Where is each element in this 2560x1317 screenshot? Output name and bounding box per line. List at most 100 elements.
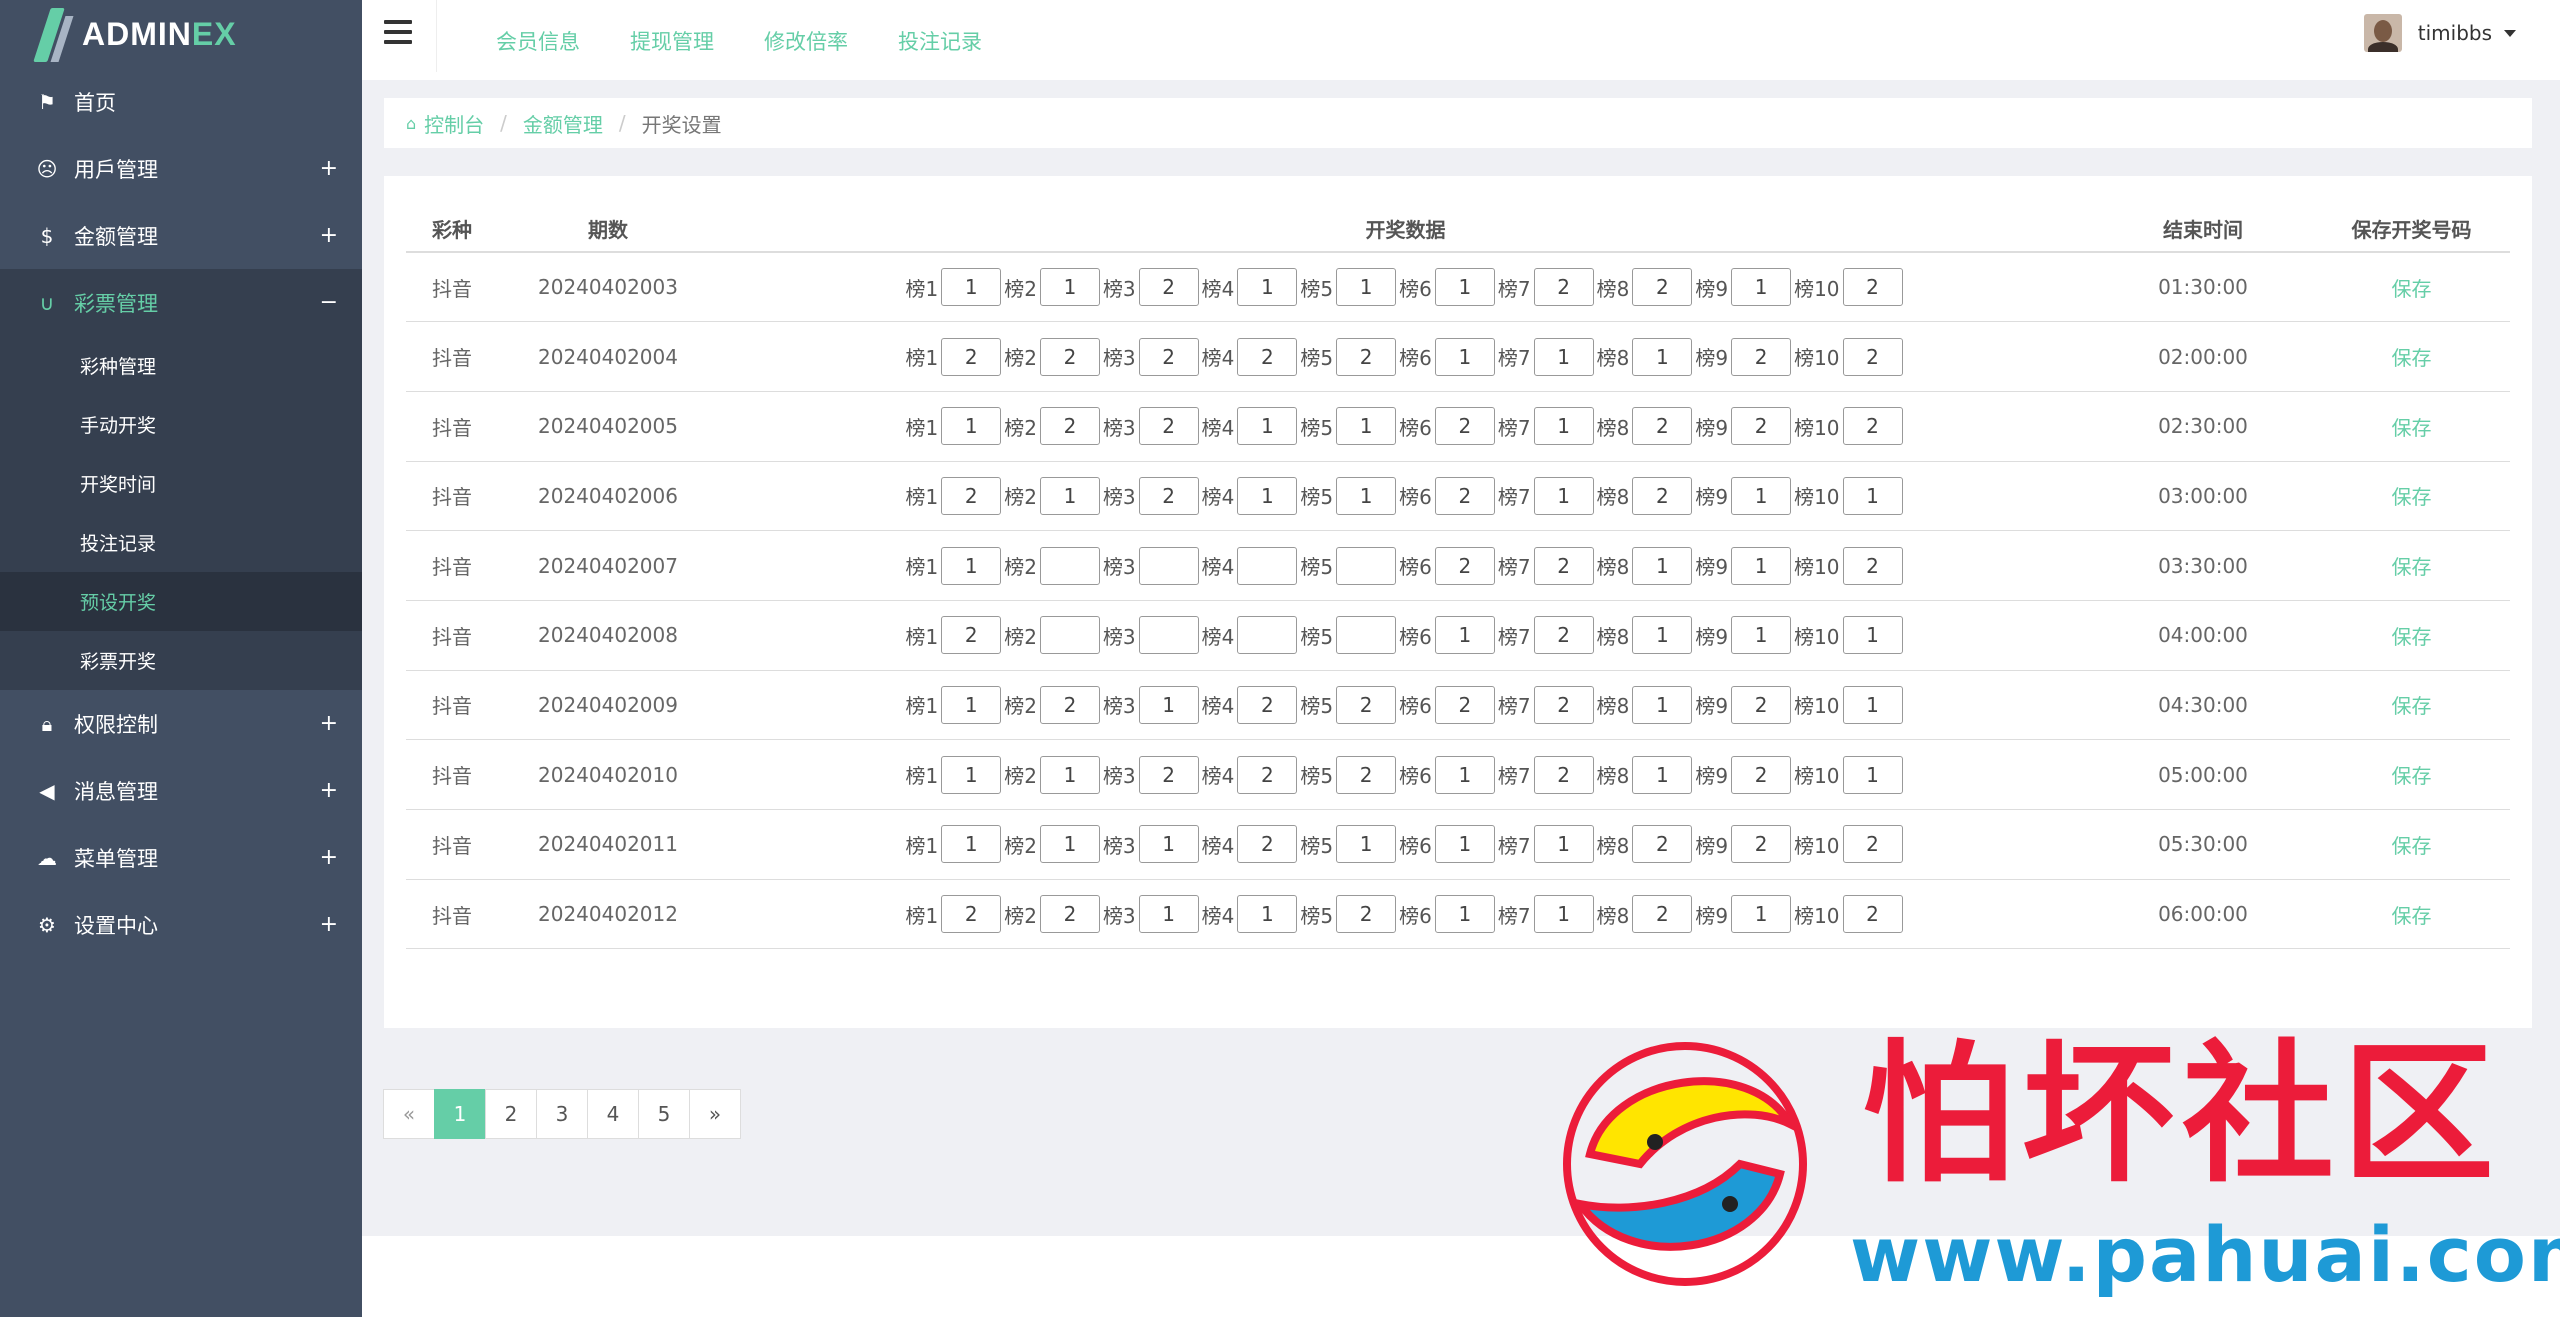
slot-value-input[interactable]: 1 <box>1237 268 1298 307</box>
slot-value-input[interactable]: 2 <box>1842 268 1903 307</box>
slot-value-input[interactable]: 1 <box>1138 825 1199 864</box>
sidebar-item-users[interactable]: ☹ 用戶管理 + <box>0 135 362 202</box>
user-menu[interactable]: timibbs <box>2363 14 2516 52</box>
slot-value-input[interactable]: 1 <box>1237 476 1298 515</box>
slot-value-input[interactable]: 2 <box>1434 546 1495 585</box>
submenu-item-lottery-draw[interactable]: 彩票开奖 <box>0 631 362 690</box>
slot-value-input[interactable]: 1 <box>1632 755 1693 794</box>
slot-value-input[interactable]: 2 <box>1138 337 1199 376</box>
slot-value-input[interactable]: 1 <box>1039 825 1100 864</box>
slot-value-input[interactable]: 2 <box>1842 895 1903 934</box>
save-button[interactable]: 保存 <box>2392 834 2432 858</box>
slot-value-input[interactable]: 2 <box>1138 268 1199 307</box>
slot-value-input[interactable]: 1 <box>1138 685 1199 724</box>
top-nav-member-info[interactable]: 会员信息 <box>496 26 580 56</box>
slot-value-input[interactable] <box>1237 616 1298 655</box>
slot-value-input[interactable] <box>1039 546 1100 585</box>
save-button[interactable]: 保存 <box>2392 555 2432 579</box>
slot-value-input[interactable]: 2 <box>1842 337 1903 376</box>
slot-value-input[interactable]: 1 <box>1039 476 1100 515</box>
slot-value-input[interactable]: 2 <box>1731 685 1792 724</box>
top-nav-bet-records[interactable]: 投注记录 <box>898 26 982 56</box>
slot-value-input[interactable]: 2 <box>1138 407 1199 446</box>
slot-value-input[interactable]: 2 <box>1842 825 1903 864</box>
slot-value-input[interactable]: 1 <box>1632 546 1693 585</box>
submenu-item-bet-records[interactable]: 投注记录 <box>0 513 362 572</box>
slot-value-input[interactable]: 1 <box>1434 268 1495 307</box>
slot-value-input[interactable]: 2 <box>1237 685 1298 724</box>
save-button[interactable]: 保存 <box>2392 416 2432 440</box>
slot-value-input[interactable]: 1 <box>1632 337 1693 376</box>
slot-value-input[interactable]: 1 <box>1533 476 1594 515</box>
slot-value-input[interactable]: 1 <box>941 546 1002 585</box>
save-button[interactable]: 保存 <box>2392 277 2432 301</box>
slot-value-input[interactable]: 2 <box>1237 337 1298 376</box>
slot-value-input[interactable]: 1 <box>1533 337 1594 376</box>
slot-value-input[interactable]: 1 <box>1138 895 1199 934</box>
top-nav-withdrawal[interactable]: 提现管理 <box>630 26 714 56</box>
slot-value-input[interactable]: 1 <box>1237 895 1298 934</box>
slot-value-input[interactable]: 1 <box>1336 476 1397 515</box>
slot-value-input[interactable]: 1 <box>1731 895 1792 934</box>
slot-value-input[interactable]: 2 <box>941 337 1002 376</box>
sidebar-item-finance[interactable]: $ 金额管理 + <box>0 202 362 269</box>
slot-value-input[interactable] <box>1237 546 1298 585</box>
pagination-next[interactable]: » <box>689 1089 741 1139</box>
pagination-page-2[interactable]: 2 <box>485 1089 537 1139</box>
breadcrumb-parent[interactable]: 金额管理 <box>523 109 603 138</box>
slot-value-input[interactable]: 1 <box>941 825 1002 864</box>
slot-value-input[interactable]: 1 <box>1434 825 1495 864</box>
slot-value-input[interactable]: 1 <box>1434 616 1495 655</box>
top-nav-odds[interactable]: 修改倍率 <box>764 26 848 56</box>
save-button[interactable]: 保存 <box>2392 346 2432 370</box>
slot-value-input[interactable]: 1 <box>1434 337 1495 376</box>
slot-value-input[interactable]: 2 <box>1533 685 1594 724</box>
slot-value-input[interactable]: 2 <box>1237 755 1298 794</box>
menu-toggle-icon[interactable] <box>384 20 412 48</box>
sidebar-item-settings[interactable]: ⚙ 设置中心 + <box>0 891 362 958</box>
slot-value-input[interactable]: 2 <box>1731 755 1792 794</box>
slot-value-input[interactable]: 2 <box>1632 895 1693 934</box>
slot-value-input[interactable]: 1 <box>1237 407 1298 446</box>
sidebar-item-menus[interactable]: ☁ 菜单管理 + <box>0 824 362 891</box>
slot-value-input[interactable]: 2 <box>1533 546 1594 585</box>
slot-value-input[interactable]: 2 <box>1533 268 1594 307</box>
slot-value-input[interactable]: 2 <box>1039 337 1100 376</box>
slot-value-input[interactable]: 1 <box>1039 268 1100 307</box>
slot-value-input[interactable]: 1 <box>1842 476 1903 515</box>
slot-value-input[interactable]: 2 <box>1731 337 1792 376</box>
slot-value-input[interactable]: 1 <box>1731 546 1792 585</box>
submenu-item-manual-draw[interactable]: 手动开奖 <box>0 395 362 454</box>
slot-value-input[interactable]: 1 <box>1731 268 1792 307</box>
slot-value-input[interactable]: 1 <box>1336 407 1397 446</box>
slot-value-input[interactable]: 2 <box>1434 685 1495 724</box>
slot-value-input[interactable]: 1 <box>1842 755 1903 794</box>
save-button[interactable]: 保存 <box>2392 485 2432 509</box>
slot-value-input[interactable]: 2 <box>941 895 1002 934</box>
slot-value-input[interactable]: 2 <box>1632 476 1693 515</box>
slot-value-input[interactable]: 2 <box>941 616 1002 655</box>
save-button[interactable]: 保存 <box>2392 764 2432 788</box>
slot-value-input[interactable]: 2 <box>1533 755 1594 794</box>
slot-value-input[interactable]: 1 <box>1632 685 1693 724</box>
save-button[interactable]: 保存 <box>2392 694 2432 718</box>
slot-value-input[interactable]: 1 <box>1039 755 1100 794</box>
slot-value-input[interactable]: 1 <box>1731 476 1792 515</box>
slot-value-input[interactable]: 2 <box>1731 825 1792 864</box>
pagination-prev[interactable]: « <box>383 1089 435 1139</box>
slot-value-input[interactable]: 2 <box>1138 476 1199 515</box>
slot-value-input[interactable]: 2 <box>1842 407 1903 446</box>
pagination-page-4[interactable]: 4 <box>587 1089 639 1139</box>
slot-value-input[interactable]: 2 <box>1533 616 1594 655</box>
slot-value-input[interactable]: 1 <box>1842 685 1903 724</box>
slot-value-input[interactable]: 1 <box>1842 616 1903 655</box>
slot-value-input[interactable]: 1 <box>1336 825 1397 864</box>
slot-value-input[interactable]: 2 <box>1237 825 1298 864</box>
slot-value-input[interactable]: 1 <box>1434 755 1495 794</box>
sidebar-item-messages[interactable]: ◀ 消息管理 + <box>0 757 362 824</box>
slot-value-input[interactable] <box>1336 546 1397 585</box>
slot-value-input[interactable]: 2 <box>1039 407 1100 446</box>
slot-value-input[interactable]: 2 <box>1138 755 1199 794</box>
slot-value-input[interactable]: 2 <box>1434 407 1495 446</box>
slot-value-input[interactable] <box>1138 546 1199 585</box>
